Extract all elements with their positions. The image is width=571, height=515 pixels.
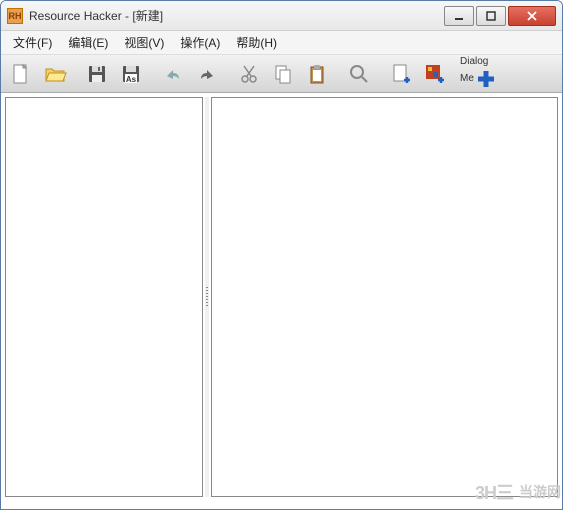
dialog-label-2: Me — [460, 74, 474, 84]
copy-icon — [271, 62, 295, 86]
cut-button[interactable] — [233, 58, 265, 90]
add-dialog-button[interactable]: Dialog Me — [453, 58, 503, 90]
window-title: Resource Hacker - [新建] — [29, 7, 444, 24]
close-button[interactable] — [508, 6, 556, 26]
minimize-icon — [454, 11, 464, 21]
menu-help[interactable]: 帮助(H) — [228, 31, 285, 54]
add-resource-icon — [423, 62, 447, 86]
clipboard-icon — [305, 62, 329, 86]
splitter[interactable] — [205, 97, 209, 497]
svg-text:As: As — [126, 75, 137, 84]
menu-file[interactable]: 文件(F) — [5, 31, 60, 54]
new-button[interactable] — [5, 58, 37, 90]
copy-button[interactable] — [267, 58, 299, 90]
scissors-icon — [237, 62, 261, 86]
content-area — [1, 93, 562, 501]
menu-action[interactable]: 操作(A) — [172, 31, 228, 54]
open-button[interactable] — [39, 58, 71, 90]
add-file-icon — [389, 62, 413, 86]
editor-pane[interactable] — [211, 97, 558, 497]
maximize-icon — [486, 11, 496, 21]
magnifier-icon — [347, 62, 371, 86]
toolbar: As Dialog — [1, 55, 562, 93]
toolbar-separator — [73, 60, 79, 88]
toolbar-separator — [335, 60, 341, 88]
toolbar-separator — [149, 60, 155, 88]
main-window: RH Resource Hacker - [新建] 文件(F) 编辑(E) 视图… — [0, 0, 563, 510]
redo-arrow-icon — [195, 62, 219, 86]
dialog-label: Dialog — [460, 57, 488, 67]
app-icon: RH — [7, 8, 23, 24]
paste-button[interactable] — [301, 58, 333, 90]
undo-arrow-icon — [161, 62, 185, 86]
titlebar: RH Resource Hacker - [新建] — [1, 1, 562, 31]
plus-icon — [474, 67, 498, 91]
menu-view[interactable]: 视图(V) — [116, 31, 172, 54]
redo-button[interactable] — [191, 58, 223, 90]
open-folder-icon — [43, 62, 67, 86]
menu-edit[interactable]: 编辑(E) — [60, 31, 116, 54]
close-icon — [527, 11, 537, 21]
new-file-icon — [9, 62, 33, 86]
maximize-button[interactable] — [476, 6, 506, 26]
toolbar-separator — [377, 60, 383, 88]
save-as-icon: As — [119, 62, 143, 86]
toolbar-separator — [225, 60, 231, 88]
window-controls — [444, 6, 556, 26]
save-button[interactable] — [81, 58, 113, 90]
search-button[interactable] — [343, 58, 375, 90]
minimize-button[interactable] — [444, 6, 474, 26]
save-icon — [85, 62, 109, 86]
undo-button[interactable] — [157, 58, 189, 90]
menubar: 文件(F) 编辑(E) 视图(V) 操作(A) 帮助(H) — [1, 31, 562, 55]
add-file-button[interactable] — [385, 58, 417, 90]
add-resource-button[interactable] — [419, 58, 451, 90]
save-as-button[interactable]: As — [115, 58, 147, 90]
tree-pane[interactable] — [5, 97, 203, 497]
